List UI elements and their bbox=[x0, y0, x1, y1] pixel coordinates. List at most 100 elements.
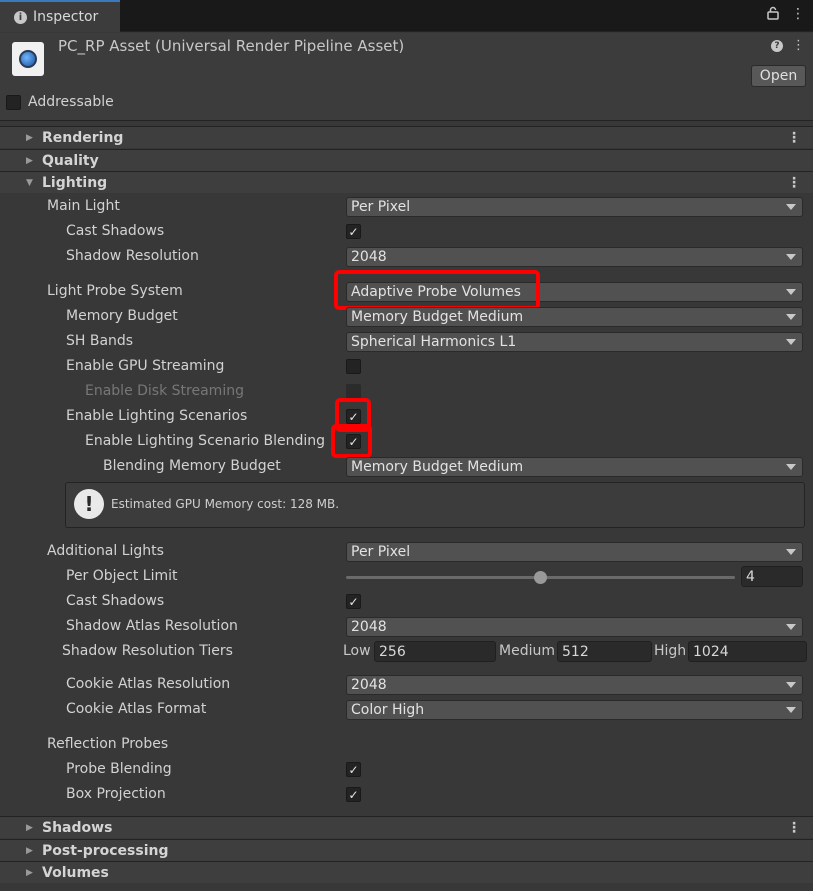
chevron-down-icon bbox=[786, 549, 796, 555]
rendering-menu-icon[interactable]: ⋮ bbox=[787, 130, 801, 146]
expanded-arrow-icon: ▼ bbox=[26, 177, 33, 188]
tier-medium-value: 512 bbox=[562, 643, 589, 660]
main-light-dropdown[interactable]: Per Pixel bbox=[346, 197, 803, 217]
chevron-down-icon bbox=[786, 339, 796, 345]
check-icon: ✓ bbox=[348, 787, 359, 802]
lighting-scenarios-label: Enable Lighting Scenarios bbox=[66, 408, 248, 424]
foldout-rendering-label: Rendering bbox=[42, 129, 124, 146]
shadow-resolution-tiers-label: Shadow Resolution Tiers bbox=[62, 643, 233, 659]
memory-budget-label: Memory Budget bbox=[66, 308, 178, 324]
shadow-atlas-resolution-dropdown[interactable]: 2048 bbox=[346, 617, 803, 637]
per-object-limit-slider-handle[interactable] bbox=[534, 571, 547, 584]
addressable-checkbox[interactable] bbox=[6, 94, 21, 110]
collapsed-arrow-icon: ▶ bbox=[26, 867, 33, 878]
tier-medium-field[interactable]: 512 bbox=[557, 641, 652, 662]
kebab-menu-icon[interactable]: ⋮ bbox=[791, 6, 805, 24]
open-button[interactable]: Open bbox=[751, 65, 806, 87]
foldout-quality[interactable]: ▶ Quality bbox=[0, 149, 813, 171]
highlight-light-probe-system bbox=[334, 270, 540, 310]
sh-bands-dropdown[interactable]: Spherical Harmonics L1 bbox=[346, 332, 803, 352]
chevron-down-icon bbox=[786, 314, 796, 320]
help-icon[interactable]: ? bbox=[771, 40, 783, 52]
per-object-limit-field[interactable]: 4 bbox=[741, 566, 803, 587]
collapsed-arrow-icon: ▶ bbox=[26, 155, 33, 166]
box-projection-checkbox[interactable]: ✓ bbox=[346, 787, 361, 802]
blending-memory-budget-dropdown[interactable]: Memory Budget Medium bbox=[346, 457, 803, 477]
gpu-memory-note: Estimated GPU Memory cost: 128 MB. bbox=[111, 497, 340, 511]
check-icon: ✓ bbox=[348, 224, 359, 239]
cast-shadows-label: Cast Shadows bbox=[66, 223, 165, 239]
settings-kebab-icon[interactable]: ⋮ bbox=[792, 38, 805, 53]
tab-icons: ⋮ bbox=[767, 6, 805, 24]
foldout-postprocessing[interactable]: ▶ Post-processing bbox=[0, 839, 813, 861]
tab-bar: i Inspector ⋮ bbox=[0, 0, 813, 32]
cookie-atlas-format-value: Color High bbox=[351, 702, 425, 718]
blending-memory-budget-value: Memory Budget Medium bbox=[351, 459, 524, 475]
shadow-atlas-resolution-label: Shadow Atlas Resolution bbox=[66, 618, 238, 634]
gpu-streaming-checkbox[interactable] bbox=[346, 359, 361, 374]
additional-lights-dropdown[interactable]: Per Pixel bbox=[346, 542, 803, 562]
chevron-down-icon bbox=[786, 289, 796, 295]
additional-cast-shadows-checkbox[interactable]: ✓ bbox=[346, 594, 361, 609]
additional-lights-label: Additional Lights bbox=[47, 543, 164, 559]
probe-blending-checkbox[interactable]: ✓ bbox=[346, 762, 361, 777]
tier-high-field[interactable]: 1024 bbox=[688, 641, 807, 662]
reflection-probes-label: Reflection Probes bbox=[47, 736, 169, 752]
tier-high-label: High bbox=[654, 643, 687, 659]
tier-low-value: 256 bbox=[379, 643, 406, 660]
additional-cast-shadows-label: Cast Shadows bbox=[66, 593, 165, 609]
additional-lights-value: Per Pixel bbox=[351, 544, 411, 560]
main-light-value: Per Pixel bbox=[351, 199, 411, 215]
header-icons: ? ⋮ bbox=[771, 38, 805, 53]
collapsed-arrow-icon: ▶ bbox=[26, 132, 33, 143]
memory-budget-value: Memory Budget Medium bbox=[351, 309, 524, 325]
chevron-down-icon bbox=[786, 464, 796, 470]
main-light-label: Main Light bbox=[47, 198, 120, 214]
cookie-atlas-resolution-label: Cookie Atlas Resolution bbox=[66, 676, 231, 692]
chevron-down-icon bbox=[786, 254, 796, 260]
foldout-postprocessing-label: Post-processing bbox=[42, 842, 169, 859]
highlight-scenario-blending bbox=[331, 424, 372, 458]
asset-title: PC_RP Asset (Universal Render Pipeline A… bbox=[58, 37, 405, 55]
shadow-resolution-value: 2048 bbox=[351, 249, 387, 265]
light-probe-system-label: Light Probe System bbox=[47, 283, 183, 299]
shadow-atlas-resolution-value: 2048 bbox=[351, 619, 387, 635]
foldout-lighting[interactable]: ▼ Lighting ⋮ bbox=[0, 171, 813, 193]
cookie-atlas-format-label: Cookie Atlas Format bbox=[66, 701, 207, 717]
sh-bands-label: SH Bands bbox=[66, 333, 134, 349]
shadow-resolution-label: Shadow Resolution bbox=[66, 248, 199, 264]
chevron-down-icon bbox=[786, 682, 796, 688]
chevron-down-icon bbox=[786, 707, 796, 713]
probe-blending-label: Probe Blending bbox=[66, 761, 172, 777]
memory-budget-dropdown[interactable]: Memory Budget Medium bbox=[346, 307, 803, 327]
cookie-atlas-format-dropdown[interactable]: Color High bbox=[346, 700, 803, 720]
shadows-menu-icon[interactable]: ⋮ bbox=[787, 820, 801, 836]
foldout-lighting-label: Lighting bbox=[42, 174, 108, 191]
lighting-menu-icon[interactable]: ⋮ bbox=[787, 175, 801, 191]
per-object-limit-value: 4 bbox=[746, 568, 755, 585]
foldout-volumes[interactable]: ▶ Volumes bbox=[0, 861, 813, 883]
tab-inspector-label: Inspector bbox=[33, 9, 99, 25]
render-pipeline-asset-icon bbox=[12, 42, 44, 76]
tier-medium-label: Medium bbox=[499, 643, 555, 659]
gpu-streaming-label: Enable GPU Streaming bbox=[66, 358, 225, 374]
addressable-toggle[interactable]: Addressable bbox=[6, 94, 114, 110]
tier-low-field[interactable]: 256 bbox=[374, 641, 496, 662]
gpu-memory-helpbox: ! Estimated GPU Memory cost: 128 MB. bbox=[65, 482, 805, 528]
foldout-rendering[interactable]: ▶ Rendering ⋮ bbox=[0, 126, 813, 148]
cookie-atlas-resolution-dropdown[interactable]: 2048 bbox=[346, 675, 803, 695]
shadow-resolution-dropdown[interactable]: 2048 bbox=[346, 247, 803, 267]
foldout-shadows[interactable]: ▶ Shadows ⋮ bbox=[0, 816, 813, 838]
check-icon: ✓ bbox=[348, 762, 359, 777]
inspector-content: ▶ Rendering ⋮ ▶ Quality ▼ Lighting ⋮ Mai… bbox=[0, 124, 813, 891]
lock-icon[interactable] bbox=[767, 6, 779, 24]
tab-inspector[interactable]: i Inspector bbox=[0, 0, 120, 32]
check-icon: ✓ bbox=[348, 594, 359, 609]
box-projection-label: Box Projection bbox=[66, 786, 166, 802]
collapsed-arrow-icon: ▶ bbox=[26, 845, 33, 856]
cast-shadows-checkbox[interactable]: ✓ bbox=[346, 224, 361, 239]
scenario-blending-label: Enable Lighting Scenario Blending bbox=[85, 433, 326, 449]
inspector-header: PC_RP Asset (Universal Render Pipeline A… bbox=[0, 33, 813, 121]
cookie-atlas-resolution-value: 2048 bbox=[351, 677, 387, 693]
disk-streaming-label: Enable Disk Streaming bbox=[85, 383, 244, 399]
